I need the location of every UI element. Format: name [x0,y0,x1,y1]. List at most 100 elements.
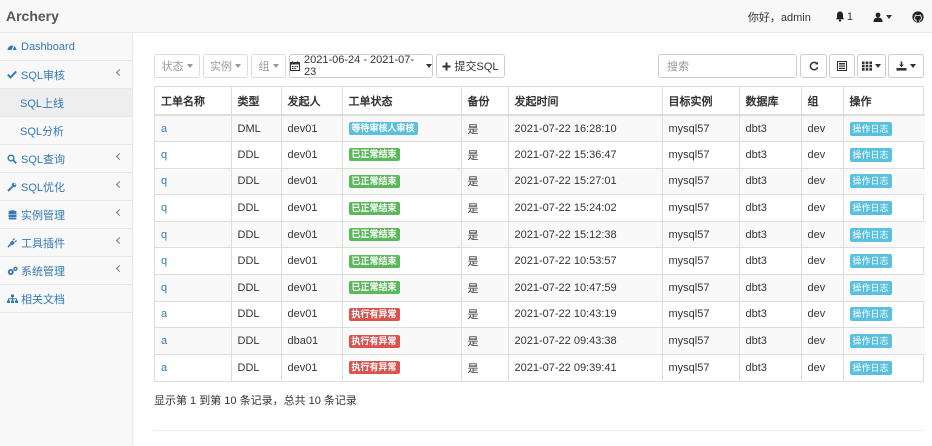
status-cell: 已正常结束 [341,194,461,222]
search-input[interactable]: 搜索 [658,54,797,78]
operation-log-button[interactable]: 操作日志 [849,334,892,349]
database-cell: dbt3 [738,194,801,222]
operation-log-button[interactable]: 操作日志 [849,174,892,189]
sidebar-item-tools[interactable]: 工具插件 [0,229,132,257]
action-cell: 操作日志 [842,114,925,142]
created-time-cell: 2021-07-22 15:12:38 [507,220,662,248]
chevron-down-icon [235,64,241,68]
sidebar-item-system[interactable]: 系统管理 [0,257,132,285]
list-view-icon [837,61,847,71]
status-badge: 等待审核人审核 [348,122,418,136]
column-header[interactable]: 操作 [842,87,925,116]
sidebar-item-sql-online[interactable]: SQL上线 [0,89,132,117]
action-cell: 操作日志 [842,141,925,169]
group-cell: dev [800,300,843,328]
backup-cell: 是 [460,167,508,195]
chevron-down-icon [875,64,881,68]
notification-button[interactable]: 1 [825,0,863,33]
workflow-name-link[interactable]: q [155,247,231,275]
sidebar-item-label: Dashboard [21,40,75,53]
instance-cell: mysql57 [661,194,739,222]
instance-cell: mysql57 [661,141,739,169]
sidebar-item-docs[interactable]: 相关文档 [0,285,132,313]
table-row: q DDL dev01 已正常结束 是 2021-07-22 15:24:02 mysql5… [155,194,925,222]
sidebar-item-label: 工具插件 [21,237,65,250]
column-header[interactable]: 工单状态 [341,87,461,116]
action-cell: 操作日志 [842,220,925,248]
github-icon [912,10,924,23]
sidebar-item-sql-review[interactable]: SQL审核 [0,61,132,89]
workflow-name-link[interactable]: q [155,141,231,169]
workflow-name-link[interactable]: a [155,353,231,381]
operation-log-button[interactable]: 操作日志 [849,280,892,295]
operation-log-button[interactable]: 操作日志 [849,121,892,136]
sidebar-item-instances[interactable]: 实例管理 [0,201,132,229]
refresh-button[interactable] [800,54,827,78]
workflow-name-link[interactable]: a [155,300,231,328]
plus-icon [442,62,451,71]
workflow-name-link[interactable]: a [155,327,231,355]
sidebar-item-label: SQL查询 [21,153,66,166]
database-icon [6,209,18,220]
instance-cell: mysql57 [661,274,739,302]
sitemap-icon [6,294,18,304]
type-cell: DML [230,114,281,142]
column-header[interactable]: 发起时间 [507,87,662,116]
operation-log-button[interactable]: 操作日志 [849,227,892,242]
column-header[interactable]: 目标实例 [661,87,739,116]
export-dropdown[interactable] [888,54,924,78]
toggle-view-button[interactable] [829,54,855,78]
column-header[interactable]: 工单名称 [155,87,231,116]
backup-cell: 是 [460,220,508,248]
operation-log-button[interactable]: 操作日志 [849,201,892,216]
instance-filter-dropdown[interactable]: 实例 [203,54,248,78]
workflow-name-link[interactable]: q [155,194,231,222]
chevron-left-icon [115,236,124,245]
column-header[interactable]: 组 [800,87,843,116]
github-link[interactable] [902,0,932,33]
chevron-left-icon [115,208,124,217]
submitter-cell: dev01 [280,353,342,381]
table-row: a DDL dev01 执行有异常 是 2021-07-22 09:39:41 mysql5… [155,353,925,381]
instance-cell: mysql57 [661,300,739,328]
operation-log-button[interactable]: 操作日志 [849,307,892,322]
workflow-name-link[interactable]: q [155,220,231,248]
sidebar-item-sql-query[interactable]: SQL查询 [0,145,132,173]
submit-sql-button[interactable]: 提交SQL [436,54,505,78]
created-time-cell: 2021-07-22 10:53:57 [507,247,662,275]
sidebar-item-dashboard[interactable]: Dashboard [0,33,132,61]
chevron-down-icon [886,14,892,19]
sidebar: Dashboard SQL审核 SQL上线 SQL分析 SQL查询 SQL优化 … [0,33,133,446]
operation-log-button[interactable]: 操作日志 [849,254,892,269]
operation-log-button[interactable]: 操作日志 [849,360,892,375]
column-header[interactable]: 备份 [460,87,508,116]
group-cell: dev [800,247,843,275]
database-cell: dbt3 [738,141,801,169]
brand-logo[interactable]: Archery [6,8,59,24]
status-filter-dropdown[interactable]: 状态 [154,54,200,78]
status-badge: 已正常结束 [348,148,400,162]
status-cell: 已正常结束 [341,167,461,195]
instance-cell: mysql57 [661,247,739,275]
group-filter-dropdown[interactable]: 组 [251,54,286,78]
date-range-picker[interactable]: 2021-06-24 - 2021-07-23 [289,54,433,78]
workflow-name-link[interactable]: q [155,274,231,302]
database-cell: dbt3 [738,114,801,142]
workflow-name-link[interactable]: q [155,167,231,195]
column-header[interactable]: 数据库 [738,87,801,116]
operation-log-button[interactable]: 操作日志 [849,147,892,162]
backup-cell: 是 [460,194,508,222]
sidebar-item-sql-analysis[interactable]: SQL分析 [0,117,132,145]
workflow-name-link[interactable]: a [155,114,231,142]
sidebar-item-sql-optimize[interactable]: SQL优化 [0,173,132,201]
user-menu-button[interactable] [863,0,902,33]
backup-cell: 是 [460,141,508,169]
action-cell: 操作日志 [842,274,925,302]
columns-dropdown[interactable] [857,54,886,78]
group-cell: dev [800,114,843,142]
column-header[interactable]: 类型 [230,87,281,116]
column-header[interactable]: 发起人 [280,87,342,116]
chevron-left-icon [115,264,124,273]
sidebar-item-label: 相关文档 [21,293,65,306]
submit-sql-label: 提交SQL [454,61,499,73]
